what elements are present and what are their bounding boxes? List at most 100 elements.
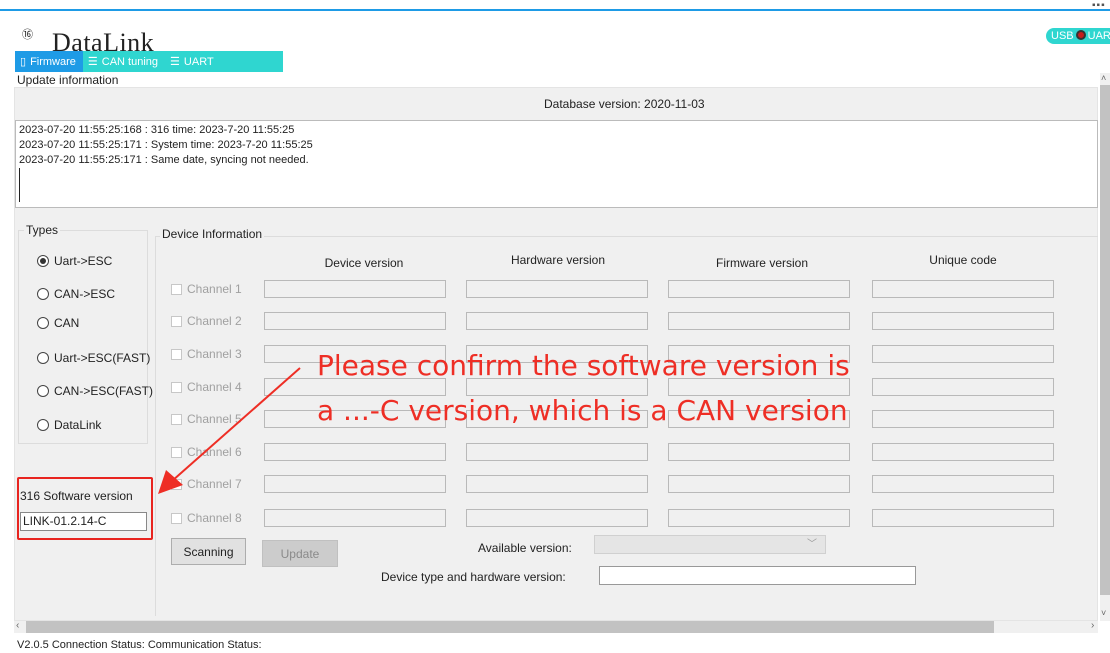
channel-1-hardware-version-field[interactable]	[466, 280, 648, 298]
list-icon: ☰	[170, 56, 180, 68]
scan-button[interactable]: Scanning	[171, 538, 246, 565]
window-dots: ▪▪▪	[1092, 0, 1106, 11]
radio-dot	[37, 352, 49, 364]
scroll-left-icon[interactable]: ‹	[16, 620, 19, 631]
channel-checkbox-4[interactable]: Channel 4	[171, 380, 242, 394]
channel-3-unique-code-field[interactable]	[872, 345, 1054, 363]
channel-6-unique-code-field[interactable]	[872, 443, 1054, 461]
radio-label: CAN->ESC(FAST)	[54, 384, 154, 398]
checkbox-box	[171, 512, 182, 524]
usb-label: USB	[1051, 30, 1074, 42]
radio-dot	[37, 419, 49, 431]
list-icon: ☰	[87, 56, 98, 68]
tab-label: UART	[183, 55, 214, 68]
types-legend: Types	[24, 223, 61, 237]
channel-8-hardware-version-field[interactable]	[466, 509, 648, 527]
radio-datalink[interactable]: DataLink	[37, 418, 101, 432]
scroll-up-icon[interactable]: ˄	[1101, 73, 1106, 83]
status-bar: V2.0.5 Connection Status: Communication …	[17, 639, 262, 651]
device-type-field[interactable]	[599, 566, 916, 585]
radio-label: CAN	[54, 316, 80, 330]
column-firmware-version: Firmware version	[715, 256, 808, 270]
connection-toggle[interactable]: USB UAR	[1046, 28, 1110, 44]
tab-can-tuning[interactable]: ☰ CAN tuning	[83, 51, 165, 72]
checkbox-box	[171, 348, 182, 360]
channel-1-device-version-field[interactable]	[264, 280, 446, 298]
radio-can-esc[interactable]: CAN->ESC	[37, 287, 115, 301]
channel-6-firmware-version-field[interactable]	[668, 443, 850, 461]
channel-checkbox-6[interactable]: Channel 6	[171, 445, 242, 459]
channel-8-firmware-version-field[interactable]	[668, 509, 850, 527]
radio-label: Uart->ESC	[54, 254, 113, 268]
channel-label: Channel 3	[187, 347, 242, 361]
tab-label: CAN tuning	[101, 55, 159, 68]
channel-7-firmware-version-field[interactable]	[668, 475, 850, 493]
channel-checkbox-1[interactable]: Channel 1	[171, 282, 242, 296]
column-unique-code: Unique code	[929, 253, 997, 267]
channel-1-unique-code-field[interactable]	[872, 280, 1054, 298]
available-version-label: Available version:	[478, 541, 572, 555]
column-hardware-version: Hardware version	[510, 253, 606, 267]
tab-bar: ▯ Firmware ☰ CAN tuning ☰ UART	[15, 51, 283, 72]
available-version-select[interactable]: ﹀	[594, 535, 826, 554]
scroll-thumb[interactable]	[1100, 85, 1110, 595]
radio-uart-esc[interactable]: Uart->ESC	[37, 254, 112, 268]
channel-8-unique-code-field[interactable]	[872, 509, 1054, 527]
scroll-thumb[interactable]	[26, 621, 994, 633]
text-cursor	[19, 168, 20, 202]
channel-label: Channel 8	[187, 511, 242, 525]
radio-uart-esc-fast[interactable]: Uart->ESC(FAST)	[37, 351, 150, 365]
channel-2-unique-code-field[interactable]	[872, 312, 1054, 330]
channel-8-device-version-field[interactable]	[264, 509, 446, 527]
chip-icon: ▯	[20, 56, 27, 68]
channel-2-hardware-version-field[interactable]	[466, 312, 648, 330]
radio-label: CAN->ESC	[54, 287, 116, 301]
update-info-label: Update information	[17, 73, 119, 87]
checkbox-box	[171, 283, 182, 295]
channel-label: Channel 2	[187, 314, 242, 328]
checkbox-box	[171, 446, 182, 458]
radio-dot	[37, 255, 49, 267]
channel-4-unique-code-field[interactable]	[872, 378, 1054, 396]
channel-checkbox-8[interactable]: Channel 8	[171, 511, 242, 525]
radio-dot	[37, 288, 49, 300]
channel-checkbox-2[interactable]: Channel 2	[171, 314, 242, 328]
radio-label: Uart->ESC(FAST)	[54, 351, 151, 365]
log-line: 2023-07-20 11:55:25:171 : Same date, syn…	[19, 154, 309, 166]
radio-can-esc-fast[interactable]: CAN->ESC(FAST)	[37, 384, 153, 398]
checkbox-box	[171, 381, 182, 393]
update-button[interactable]: Update	[262, 540, 338, 567]
channel-checkbox-3[interactable]: Channel 3	[171, 347, 242, 361]
channel-7-unique-code-field[interactable]	[872, 475, 1054, 493]
horizontal-scrollbar[interactable]: ‹ ›	[14, 620, 1098, 633]
tab-label: Firmware	[30, 55, 76, 68]
log-line: 2023-07-20 11:55:25:171 : System time: 2…	[19, 139, 313, 151]
channel-checkbox-7[interactable]: Channel 7	[171, 477, 242, 491]
channel-7-device-version-field[interactable]	[264, 475, 446, 493]
checkbox-box	[171, 315, 182, 327]
tab-firmware[interactable]: ▯ Firmware	[15, 51, 83, 72]
annotation-line-1: Please confirm the software version is	[317, 349, 850, 382]
radio-can[interactable]: CAN	[37, 316, 79, 330]
channel-7-hardware-version-field[interactable]	[466, 475, 648, 493]
device-info-legend: Device Information	[160, 227, 265, 241]
scroll-down-icon[interactable]: ˅	[1101, 608, 1106, 618]
log-output[interactable]: 2023-07-20 11:55:25:168 : 316 time: 2023…	[15, 120, 1098, 208]
channel-6-hardware-version-field[interactable]	[466, 443, 648, 461]
channel-6-device-version-field[interactable]	[264, 443, 446, 461]
channel-1-firmware-version-field[interactable]	[668, 280, 850, 298]
vertical-scrollbar[interactable]: ˄ ˅	[1100, 73, 1110, 621]
channel-5-unique-code-field[interactable]	[872, 410, 1054, 428]
channel-2-firmware-version-field[interactable]	[668, 312, 850, 330]
channel-2-device-version-field[interactable]	[264, 312, 446, 330]
uart-label: UAR	[1087, 30, 1110, 42]
annotation-line-2: a ...-C version, which is a CAN version	[317, 394, 848, 427]
scroll-right-icon[interactable]: ›	[1091, 620, 1094, 631]
chevron-down-icon: ﹀	[807, 539, 817, 550]
radio-dot	[37, 317, 49, 329]
radio-dot	[37, 385, 49, 397]
column-device-version: Device version	[324, 256, 404, 270]
tab-uart[interactable]: ☰ UART	[165, 51, 221, 72]
channel-label: Channel 4	[187, 380, 242, 394]
channel-checkbox-5[interactable]: Channel 5	[171, 412, 242, 426]
